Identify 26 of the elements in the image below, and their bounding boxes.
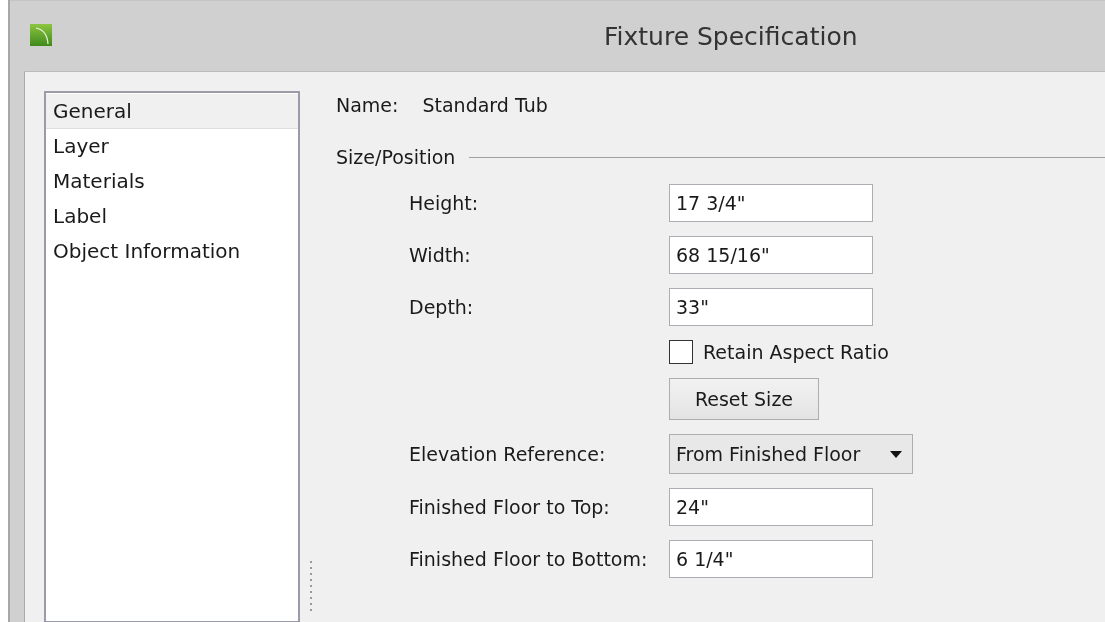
field-label: Finished Floor to Bottom: [409, 548, 649, 570]
app-logo-icon [30, 24, 52, 46]
reset-size-button[interactable]: Reset Size [669, 378, 819, 420]
field-label: Elevation Reference: [409, 443, 607, 465]
field-label: Depth: [409, 296, 475, 318]
field-label: Height: [409, 192, 480, 214]
dropdown[interactable]: From Finished Floor [669, 434, 913, 474]
input-field[interactable]: 68 15/16" [669, 236, 873, 274]
checkbox-label[interactable]: Retain Aspect Ratio [703, 341, 889, 363]
name-label: Name: [336, 94, 399, 116]
input-field[interactable]: 17 3/4" [669, 184, 873, 222]
window-title: Fixture Specification [603, 21, 859, 51]
sidebar-item[interactable]: Layer [46, 129, 298, 164]
sidebar-item[interactable]: General [46, 94, 298, 129]
section-title: Size/Position [336, 146, 456, 168]
input-field[interactable]: 33" [669, 288, 873, 326]
name-value: Standard Tub [422, 94, 548, 116]
input-field[interactable]: 24" [669, 488, 873, 526]
sidebar-item[interactable]: Label [46, 199, 298, 234]
sidebar-item[interactable]: Materials [46, 164, 298, 199]
sidebar-item[interactable]: Object Information [46, 234, 298, 269]
checkbox[interactable] [669, 340, 693, 364]
field-label: Width: [409, 244, 472, 266]
caret-icon [890, 450, 902, 458]
input-field[interactable]: 6 1/4" [669, 540, 873, 578]
field-label: Finished Floor to Top: [409, 496, 611, 518]
